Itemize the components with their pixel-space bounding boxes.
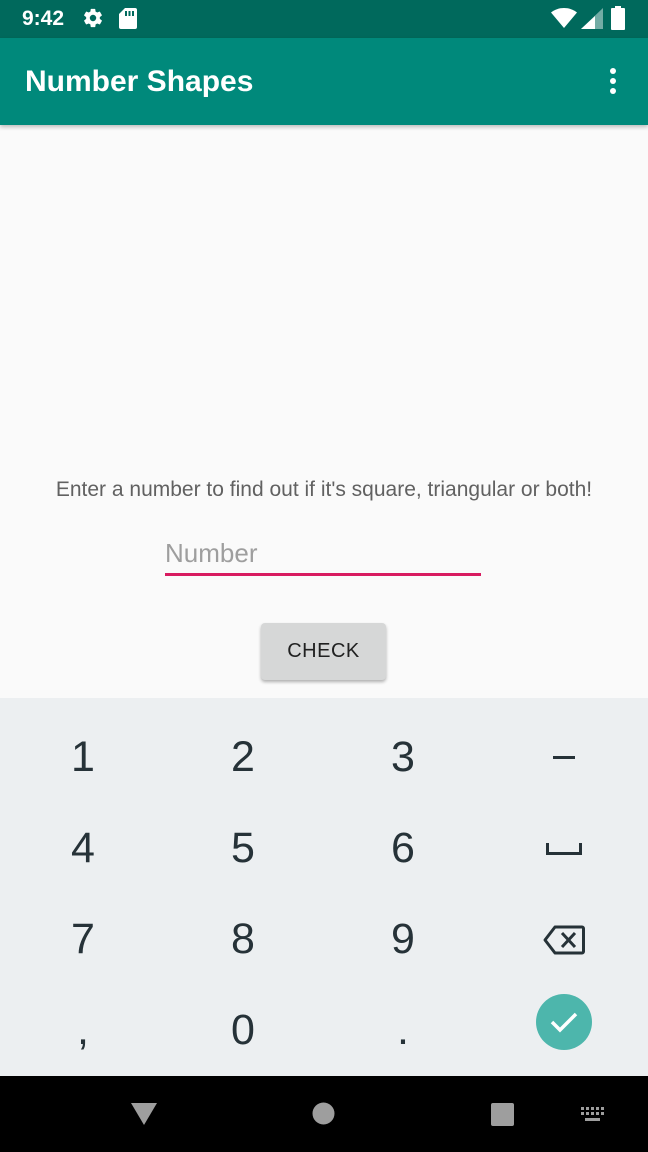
- key-comma[interactable]: ,: [2, 985, 164, 1076]
- key-done[interactable]: [483, 976, 645, 1067]
- key-2[interactable]: 2: [162, 712, 324, 803]
- key-minus[interactable]: [483, 712, 645, 803]
- app-bar: Number Shapes: [0, 38, 648, 125]
- key-space[interactable]: [483, 803, 645, 894]
- back-icon[interactable]: [131, 1103, 157, 1127]
- key-8[interactable]: 8: [162, 894, 324, 985]
- key-period[interactable]: .: [322, 985, 484, 1076]
- navigation-bar: [0, 1076, 648, 1152]
- keyboard-switch-icon[interactable]: [581, 1107, 605, 1123]
- done-button: [536, 993, 592, 1050]
- prompt-text: Enter a number to find out if it's squar…: [55, 478, 593, 501]
- status-bar: 9:42: [0, 0, 648, 38]
- key-4[interactable]: 4: [2, 803, 164, 894]
- backspace-icon: [543, 925, 585, 954]
- more-vert-icon[interactable]: [600, 64, 626, 98]
- key-backspace[interactable]: [483, 894, 645, 985]
- home-icon[interactable]: [312, 1102, 335, 1125]
- minus-icon: [553, 755, 575, 759]
- key-0[interactable]: 0: [162, 985, 324, 1076]
- key-3[interactable]: 3: [322, 712, 484, 803]
- numeric-keyboard: 1 2 3 4 5 6 7 8 9 , 0 .: [0, 698, 648, 1076]
- recents-icon[interactable]: [491, 1103, 514, 1126]
- app-title: Number Shapes: [25, 65, 254, 98]
- key-5[interactable]: 5: [162, 803, 324, 894]
- key-1[interactable]: 1: [2, 712, 164, 803]
- check-button[interactable]: CHECK: [261, 623, 386, 680]
- status-time: 9:42: [22, 7, 65, 30]
- key-7[interactable]: 7: [2, 894, 164, 985]
- number-input[interactable]: [165, 533, 481, 576]
- key-9[interactable]: 9: [322, 894, 484, 985]
- sd-card-icon: [119, 8, 137, 29]
- signal-icon: [581, 8, 603, 29]
- key-6[interactable]: 6: [322, 803, 484, 894]
- space-icon: [546, 842, 582, 855]
- battery-icon: [611, 6, 625, 30]
- checkmark-icon: [550, 1012, 578, 1032]
- gear-icon: [84, 8, 102, 28]
- wifi-icon: [551, 8, 577, 28]
